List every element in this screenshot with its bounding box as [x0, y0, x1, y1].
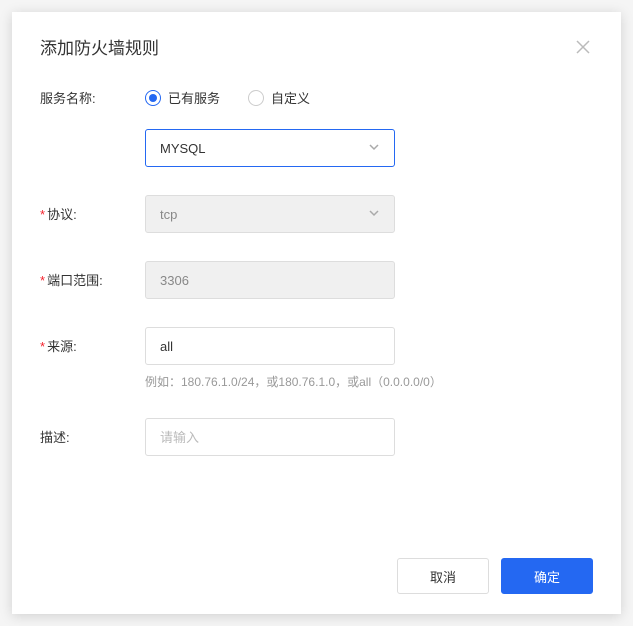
service-name-label: 服务名称: — [40, 79, 145, 107]
modal-body: 服务名称: 已有服务 自定义 MYSQL — [12, 69, 621, 544]
source-input[interactable] — [145, 327, 395, 365]
chevron-down-icon — [368, 141, 380, 156]
service-name-row: 服务名称: 已有服务 自定义 MYSQL — [40, 79, 593, 167]
chevron-down-icon — [368, 207, 380, 222]
radio-checked-icon — [145, 90, 161, 106]
description-label: 描述: — [40, 418, 145, 446]
cancel-button-label: 取消 — [430, 567, 456, 586]
radio-existing-service[interactable]: 已有服务 — [145, 88, 220, 107]
source-row: *来源: — [40, 327, 593, 365]
modal-footer: 取消 确定 — [12, 544, 621, 614]
port-range-label: *端口范围: — [40, 261, 145, 289]
service-select-value: MYSQL — [160, 141, 206, 156]
radio-unchecked-icon — [248, 90, 264, 106]
close-icon — [576, 40, 590, 54]
radio-existing-label: 已有服务 — [168, 88, 220, 107]
description-row: 描述: — [40, 418, 593, 456]
close-button[interactable] — [573, 37, 593, 57]
service-select[interactable]: MYSQL — [145, 129, 395, 167]
description-input[interactable] — [145, 418, 395, 456]
confirm-button-label: 确定 — [534, 567, 560, 586]
radio-custom-label: 自定义 — [271, 88, 310, 107]
protocol-select[interactable]: tcp — [145, 195, 395, 233]
firewall-rule-modal: 添加防火墙规则 服务名称: 已有服务 自定义 — [12, 12, 621, 614]
radio-custom-service[interactable]: 自定义 — [248, 88, 310, 107]
source-label: *来源: — [40, 327, 145, 355]
port-range-row: *端口范围: — [40, 261, 593, 299]
cancel-button[interactable]: 取消 — [397, 558, 489, 594]
service-name-content: 已有服务 自定义 MYSQL — [145, 79, 593, 167]
modal-header: 添加防火墙规则 — [12, 12, 621, 69]
port-range-input[interactable] — [145, 261, 395, 299]
protocol-select-value: tcp — [160, 207, 177, 222]
service-radio-group: 已有服务 自定义 — [145, 79, 593, 107]
modal-title: 添加防火墙规则 — [40, 34, 159, 59]
confirm-button[interactable]: 确定 — [501, 558, 593, 594]
protocol-label: *协议: — [40, 195, 145, 223]
protocol-row: *协议: tcp — [40, 195, 593, 233]
source-hint: 例如：180.76.1.0/24，或180.76.1.0，或all（0.0.0.… — [145, 373, 593, 390]
